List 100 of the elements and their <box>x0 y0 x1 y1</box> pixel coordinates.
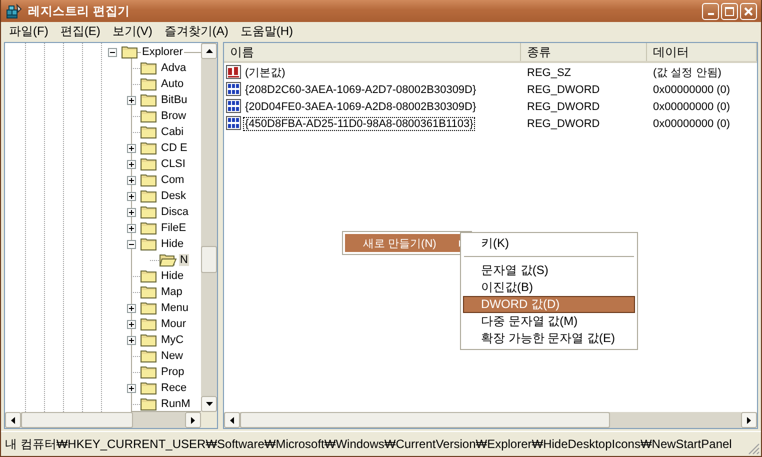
text-page-icon <box>226 65 242 80</box>
scroll-thumb[interactable] <box>21 412 133 428</box>
tree-item[interactable]: Adva <box>160 62 188 74</box>
tree-item[interactable]: BitBu <box>160 94 188 106</box>
menubar-entry[interactable]: 보기(V) <box>106 23 158 40</box>
value-name[interactable]: {208D2C60-3AEA-1069-A2D7-08002B30309D} <box>243 82 478 96</box>
folder-icon <box>140 269 158 283</box>
close-icon <box>744 6 753 16</box>
close-button[interactable] <box>740 2 757 20</box>
tree-item[interactable]: Menu <box>160 302 190 314</box>
value-name[interactable]: {450D8FBA-AD25-11D0-98A8-0800361B1103} <box>243 116 476 130</box>
tree-item[interactable]: Rece <box>160 382 188 394</box>
tree-item[interactable]: FileE <box>160 222 188 234</box>
expand-toggle-icon[interactable] <box>126 192 136 200</box>
tree-item[interactable]: Brow <box>160 110 188 122</box>
horizontal-scrollbar[interactable] <box>5 412 201 428</box>
tree-item[interactable]: Explorer <box>141 46 184 58</box>
folder-icon <box>140 317 158 331</box>
folder-icon <box>140 125 158 139</box>
minimize-button[interactable] <box>702 2 719 20</box>
column-header[interactable]: 종류 <box>521 43 647 61</box>
tree-item[interactable]: Cabi <box>160 126 185 138</box>
binary-page-icon <box>226 116 242 131</box>
submenu-command[interactable]: 다중 문자열 값(M) <box>463 313 635 330</box>
tree-item[interactable]: Com <box>160 174 186 186</box>
submenu-command[interactable]: 확장 가능한 문자열 값(E) <box>463 330 635 347</box>
tree-item[interactable]: Prop <box>160 366 186 378</box>
expand-toggle-icon[interactable] <box>126 224 136 232</box>
expand-toggle-icon[interactable] <box>126 160 136 168</box>
folder-icon <box>140 61 158 75</box>
tree-item[interactable]: Desk <box>160 190 188 202</box>
resize-grip-icon[interactable] <box>748 443 760 455</box>
scroll-left-button[interactable] <box>5 412 21 428</box>
menubar-entry[interactable]: 즐겨찾기(A) <box>158 23 234 40</box>
submenu-command[interactable]: 문자열 값(S) <box>463 262 635 279</box>
folder-icon <box>140 93 158 107</box>
scroll-thumb[interactable] <box>201 246 217 273</box>
folder-icon <box>140 141 158 155</box>
folder-icon <box>140 365 158 379</box>
maximize-icon <box>725 6 734 16</box>
submenu-command[interactable]: DWORD 값(D) <box>463 296 635 313</box>
tree-item[interactable]: Map <box>160 286 184 298</box>
value-type: REG_DWORD <box>526 100 601 112</box>
expand-toggle-icon[interactable] <box>126 144 136 152</box>
menubar-entry[interactable]: 편집(E) <box>54 23 106 40</box>
scroll-right-button[interactable] <box>185 412 201 428</box>
folder-icon <box>140 189 158 203</box>
column-header[interactable]: 이름 <box>224 43 521 61</box>
scroll-down-button[interactable] <box>201 396 217 412</box>
scroll-left-button[interactable] <box>224 412 240 428</box>
expand-toggle-icon[interactable] <box>126 384 136 392</box>
horizontal-scrollbar[interactable] <box>224 412 757 428</box>
scroll-up-button[interactable] <box>201 43 217 59</box>
tree-item[interactable]: Mour <box>160 318 188 330</box>
menubar-entry[interactable]: 파일(F) <box>3 23 54 40</box>
value-data: 0x00000000 (0) <box>652 100 732 112</box>
tree-item[interactable]: New <box>160 350 184 362</box>
tree-item[interactable]: RunM <box>160 398 192 410</box>
expand-toggle-icon[interactable] <box>126 320 136 328</box>
folder-icon <box>140 381 158 395</box>
scroll-thumb[interactable] <box>240 412 610 428</box>
up-arrow-icon <box>206 49 212 53</box>
binary-page-icon <box>226 99 242 114</box>
tree-item[interactable]: CD E <box>160 142 188 154</box>
expand-toggle-icon[interactable] <box>126 96 136 104</box>
tree-item[interactable]: MyC <box>160 334 185 346</box>
scrollbar-corner <box>201 412 217 428</box>
tree-item[interactable]: Disca <box>160 206 190 218</box>
folder-icon <box>140 157 158 171</box>
open-folder-icon <box>159 253 177 267</box>
tree-item[interactable]: N <box>179 254 189 266</box>
expand-toggle-icon[interactable] <box>126 304 136 312</box>
value-name[interactable]: (기본값) <box>243 64 288 81</box>
down-arrow-icon <box>206 402 212 406</box>
vertical-scrollbar[interactable] <box>201 43 217 412</box>
tree-item[interactable]: Hide <box>160 238 185 250</box>
expand-toggle-icon[interactable] <box>108 48 116 56</box>
submenu-command[interactable]: 이진값(B) <box>463 279 635 296</box>
menubar-entry[interactable]: 도움말(H) <box>234 23 299 40</box>
value-data: 0x00000000 (0) <box>652 84 732 96</box>
folder-icon <box>140 77 158 91</box>
window-title: 레지스트리 편집기 <box>28 2 132 20</box>
value-data: (값 설정 안됨) <box>652 66 722 80</box>
left-arrow-icon <box>230 416 234 424</box>
column-header[interactable]: 데이터 <box>647 43 757 61</box>
value-name[interactable]: {20D04FE0-3AEA-1069-A2D8-08002B30309D} <box>243 100 478 114</box>
value-data: 0x00000000 (0) <box>652 118 732 130</box>
right-arrow-icon <box>747 416 751 424</box>
right-arrow-icon <box>191 416 195 424</box>
expand-toggle-icon[interactable] <box>126 240 136 248</box>
maximize-button[interactable] <box>721 2 738 20</box>
expand-toggle-icon[interactable] <box>126 176 136 184</box>
tree-item[interactable]: Hide <box>160 270 185 282</box>
tree-item[interactable]: CLSI <box>160 158 186 170</box>
expand-toggle-icon[interactable] <box>126 208 136 216</box>
folder-icon <box>121 45 139 59</box>
expand-toggle-icon[interactable] <box>126 336 136 344</box>
tree-item[interactable]: Auto <box>160 78 185 90</box>
left-arrow-icon <box>11 416 15 424</box>
scroll-right-button[interactable] <box>741 412 757 428</box>
